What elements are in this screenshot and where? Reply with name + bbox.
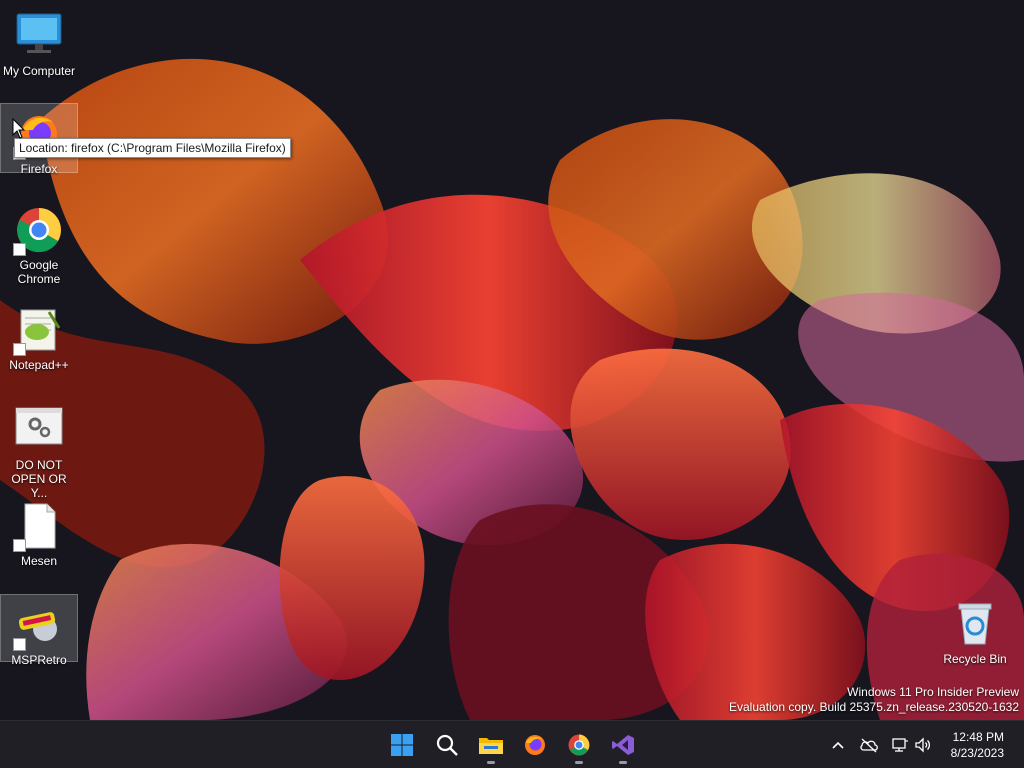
watermark-build: Evaluation copy. Build 25375.zn_release.…	[729, 700, 1019, 714]
monitor-icon	[13, 10, 65, 62]
visual-studio-icon	[612, 735, 634, 755]
start-button[interactable]	[382, 725, 422, 765]
desktop-icon-notepad-plus-plus[interactable]: Notepad++	[0, 300, 78, 372]
shortcut-arrow-icon	[13, 638, 26, 651]
desktop-icon-do-not-open[interactable]: DO NOT OPEN OR Y...	[0, 400, 78, 500]
chevron-up-icon	[832, 741, 844, 749]
taskbar-clock[interactable]: 12:48 PM 8/23/2023	[951, 729, 1004, 761]
network-icon	[892, 738, 908, 752]
clock-date: 8/23/2023	[950, 746, 1004, 760]
shortcut-arrow-icon	[13, 539, 26, 552]
chrome-icon	[13, 204, 65, 256]
running-indicator	[487, 761, 495, 764]
wallpaper	[0, 0, 1024, 720]
search-button[interactable]	[427, 725, 467, 765]
notepad-plus-plus-icon	[13, 304, 65, 356]
firefox-icon	[525, 735, 545, 755]
clock-time: 12:48 PM	[952, 730, 1004, 744]
search-icon	[436, 734, 458, 756]
desktop-icon-label: Google Chrome	[17, 258, 61, 286]
shortcut-arrow-icon	[13, 343, 26, 356]
blank-file-icon	[13, 500, 65, 552]
desktop-icon-label: Recycle Bin	[943, 652, 1007, 666]
desktop-icon-label: Firefox	[20, 162, 58, 176]
desktop-icon-label: MSPRetro	[11, 653, 67, 667]
taskbar-chrome[interactable]	[559, 725, 599, 765]
taskbar: 12:48 PM 8/23/2023	[0, 720, 1024, 768]
shortcut-arrow-icon	[13, 243, 26, 256]
windows-watermark: Windows 11 Pro Insider Preview Evaluatio…	[729, 685, 1019, 715]
recycle-bin-icon	[949, 598, 1001, 650]
windows-start-icon	[391, 734, 413, 756]
taskbar-visual-studio[interactable]	[603, 725, 643, 765]
cloud-offline-icon	[860, 738, 878, 753]
mouse-cursor-icon	[12, 118, 26, 139]
taskbar-firefox[interactable]	[515, 725, 555, 765]
mspretro-icon	[13, 599, 65, 651]
network-tray-button[interactable]	[890, 735, 910, 755]
volume-tray-button[interactable]	[913, 735, 933, 755]
desktop-icon-label: Notepad++	[9, 358, 69, 372]
running-indicator	[575, 761, 583, 764]
desktop-icon-my-computer[interactable]: My Computer	[0, 6, 78, 78]
icon-tooltip: Location: firefox (C:\Program Files\Mozi…	[14, 138, 291, 158]
desktop[interactable]: My Computer Firefox Google Chrome Notepa…	[0, 0, 1024, 720]
desktop-icon-label: Mesen	[20, 554, 58, 568]
settings-app-icon	[13, 404, 65, 456]
onedrive-tray-button[interactable]	[859, 735, 879, 755]
watermark-edition: Windows 11 Pro Insider Preview	[847, 685, 1019, 699]
running-indicator	[619, 761, 627, 764]
desktop-icon-mspretro[interactable]: MSPRetro	[0, 594, 78, 667]
file-explorer-icon	[479, 738, 503, 754]
taskbar-file-explorer[interactable]	[471, 725, 511, 765]
desktop-icon-google-chrome[interactable]: Google Chrome	[0, 200, 78, 286]
desktop-icon-label: My Computer	[2, 64, 76, 78]
desktop-icon-recycle-bin[interactable]: Recycle Bin	[936, 594, 1014, 666]
chrome-icon	[568, 734, 590, 756]
desktop-icon-label: DO NOT OPEN OR Y...	[11, 458, 67, 500]
show-hidden-icons-button[interactable]	[828, 735, 848, 755]
speaker-icon	[915, 737, 931, 753]
desktop-icon-mesen[interactable]: Mesen	[0, 496, 78, 568]
